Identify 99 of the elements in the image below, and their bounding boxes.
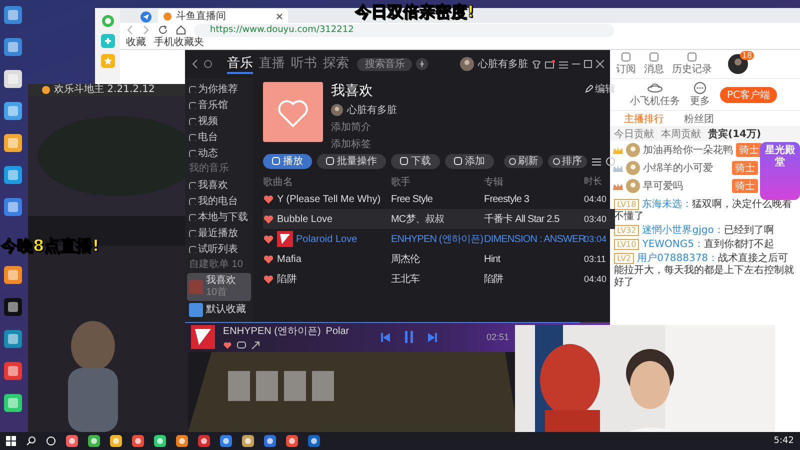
notification-badge: 18: [740, 51, 754, 60]
chat-message: LV2 用户07888378：战术直接之后可能拉开大，每天我的都是上下左右控制就好了: [614, 253, 795, 289]
edit-button[interactable]: 编辑: [585, 82, 615, 96]
task-view-icon[interactable]: [46, 436, 56, 446]
desktop-icon[interactable]: [4, 330, 22, 348]
game-logo-icon: [42, 86, 50, 94]
nav-link[interactable]: 消息: [644, 52, 664, 76]
column-header: 时长: [584, 175, 603, 188]
close-icon[interactable]: [596, 60, 604, 68]
maximize-icon[interactable]: [584, 60, 592, 68]
item-icon: [189, 86, 196, 92]
nav-tab[interactable]: 探索: [323, 54, 349, 74]
taskbar-app-icon[interactable]: [110, 435, 122, 447]
back-icon[interactable]: [191, 59, 199, 69]
link-icon: [621, 52, 631, 62]
taskbar-app-icon[interactable]: [242, 435, 254, 447]
start-icon[interactable]: [6, 436, 16, 446]
navigation-icon[interactable]: [140, 11, 152, 23]
avatar: [626, 143, 640, 157]
ufo-icon: [647, 82, 663, 94]
avatar: [626, 179, 640, 193]
rank-tab[interactable]: 粉丝团: [684, 112, 714, 126]
rank-badge: 骑士: [736, 143, 762, 157]
duration-cell: 03:11: [584, 254, 606, 264]
nav-link[interactable]: 历史记录: [672, 52, 712, 76]
desktop-icon[interactable]: [4, 102, 22, 120]
shirt-icon[interactable]: [532, 60, 541, 68]
duration-cell: 04:40: [584, 194, 606, 204]
desktop-icon[interactable]: [4, 298, 22, 316]
fan-name: 加油再给你一朵花鸭: [643, 144, 733, 157]
taskbar-app-icon[interactable]: [66, 435, 78, 447]
taskbar-app-icon[interactable]: [88, 435, 100, 447]
taskbar-app-icon[interactable]: [154, 435, 166, 447]
user-name[interactable]: 心脏有多脏: [478, 57, 528, 71]
list-icon[interactable]: [592, 156, 601, 166]
clock-time: 5:42: [774, 436, 794, 446]
desktop-icon[interactable]: [4, 6, 22, 24]
desktop-icon[interactable]: [4, 38, 22, 56]
avatar: [460, 57, 474, 71]
fish-icon: [163, 12, 172, 20]
refresh-icon[interactable]: [203, 59, 213, 69]
search-field[interactable]: 搜索音乐: [357, 58, 412, 70]
rank-subtab[interactable]: 今日贡献: [614, 126, 654, 140]
sidebar-item[interactable]: 为你推荐: [187, 81, 251, 97]
promo-banner[interactable]: 星光殿堂: [760, 142, 800, 200]
taskbar-app-icon[interactable]: [198, 435, 210, 447]
desktop-icon[interactable]: [4, 166, 22, 184]
close-icon[interactable]: [276, 12, 283, 20]
duration-cell: 03:40: [584, 214, 606, 224]
desktop-icon[interactable]: [4, 134, 22, 152]
taskbar-app-icon[interactable]: [176, 435, 188, 447]
rank-subtab[interactable]: 贵宾(14万): [708, 126, 762, 140]
more-icon: [692, 82, 708, 94]
duration-cell: 04:40: [584, 274, 606, 284]
fan-name: 早可爱吗: [643, 180, 684, 193]
desktop-icon[interactable]: [4, 266, 22, 284]
taskbar-app-icon[interactable]: [132, 435, 144, 447]
search-icon[interactable]: [26, 436, 36, 446]
pencil-icon: [585, 85, 593, 93]
nav-tab[interactable]: 直播: [259, 54, 285, 74]
bookmark-link[interactable]: 手机收藏夹: [154, 37, 204, 49]
voice-icon[interactable]: [416, 58, 428, 70]
menu-icon[interactable]: [559, 60, 568, 68]
taskbar-app-icon[interactable]: [308, 435, 320, 447]
chat-message: LV10 YEWONG5：直到你都打不起: [614, 239, 796, 251]
address-bar[interactable]: https://www.douyu.com/312212: [194, 24, 614, 36]
browser-logo-icon: [100, 14, 114, 28]
playlist-title: 我喜欢: [331, 82, 374, 100]
overlay-caption: 今日双倍亲密度!: [355, 2, 474, 23]
desktop-icon[interactable]: [4, 362, 22, 380]
fan-name: 小绵羊的小可爱: [643, 162, 714, 175]
window-title: 欢乐斗地主 2.21.2.12: [54, 84, 155, 96]
bookmark-link[interactable]: 收藏: [126, 37, 146, 49]
desktop-icon[interactable]: [4, 198, 22, 216]
desktop-icon[interactable]: [4, 70, 22, 88]
reload-icon[interactable]: [158, 25, 168, 35]
star-icon[interactable]: [100, 54, 114, 68]
tool-button[interactable]: 排序: [548, 154, 587, 168]
link-icon: [687, 52, 697, 62]
nav-link[interactable]: 小飞机任务: [630, 82, 680, 108]
nav-link[interactable]: 订阅: [616, 52, 636, 76]
link-icon: [649, 52, 659, 62]
nav-link[interactable]: 更多: [690, 82, 710, 108]
taskbar-app-icon[interactable]: [286, 435, 298, 447]
rank-badge: 骑士: [732, 161, 758, 175]
browser-tab[interactable]: 斗鱼直播间: [158, 9, 288, 23]
rank-subtab[interactable]: 本周贡献: [661, 126, 701, 140]
taskbar-app-icon[interactable]: [220, 435, 232, 447]
tool-icon: [553, 158, 560, 164]
rank-badge: 骑士: [732, 179, 758, 193]
mail-icon[interactable]: [545, 60, 555, 68]
desktop-icon[interactable]: [4, 394, 22, 412]
taskbar-app-icon[interactable]: [264, 435, 276, 447]
avatar: [626, 161, 640, 175]
home-icon[interactable]: [176, 25, 186, 35]
nav-tab[interactable]: 听书: [291, 54, 317, 74]
duration-cell: 03:04: [584, 234, 606, 244]
nav-tab[interactable]: 音乐: [227, 54, 253, 74]
download-icon[interactable]: [606, 156, 615, 166]
